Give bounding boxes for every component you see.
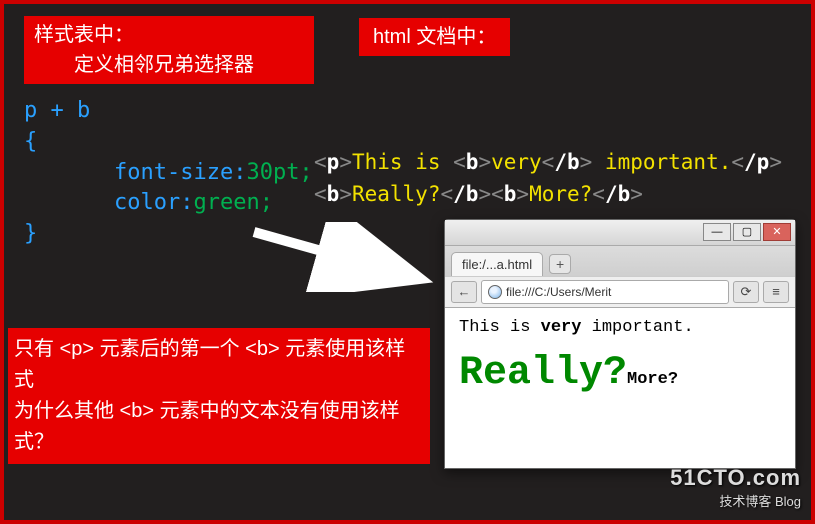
window-close-button[interactable]: ✕ bbox=[763, 223, 791, 241]
window-controls: — ▢ ✕ bbox=[703, 223, 791, 241]
browser-tab[interactable]: file:/...a.html bbox=[451, 252, 543, 276]
browser-tabbar: file:/...a.html + bbox=[445, 246, 795, 276]
reload-button[interactable]: ⟳ bbox=[733, 281, 759, 303]
html-line-2: <b>Really?</b><b>More?</b> bbox=[314, 179, 782, 211]
css-selector: p + b bbox=[24, 96, 313, 127]
globe-icon bbox=[488, 285, 502, 299]
css-declaration-2: color:green; bbox=[24, 188, 313, 219]
watermark-top: 51CTO.com bbox=[670, 465, 801, 491]
css-label-line2: 定义相邻兄弟选择器 bbox=[34, 50, 304, 80]
html-code-block: <p>This is <b>very</b> important.</p> <b… bbox=[314, 147, 782, 210]
menu-button[interactable]: ≡ bbox=[763, 281, 789, 303]
rendered-paragraph: This is very important. bbox=[459, 318, 781, 337]
url-text: file:///C:/Users/Merit bbox=[506, 285, 611, 299]
new-tab-button[interactable]: + bbox=[549, 254, 571, 274]
html-section-label: html 文档中： bbox=[359, 18, 510, 56]
nav-back-button[interactable]: ← bbox=[451, 281, 477, 303]
watermark: 51CTO.com 技术博客 Blog bbox=[670, 465, 801, 510]
rendered-more: More? bbox=[627, 370, 678, 389]
css-section-label: 样式表中： 定义相邻兄弟选择器 bbox=[24, 16, 314, 84]
css-declaration-1: font-size:30pt; bbox=[24, 158, 313, 189]
rendered-second-line: Really?More? bbox=[459, 351, 781, 396]
arrow-icon bbox=[244, 222, 434, 292]
address-bar[interactable]: file:///C:/Users/Merit bbox=[481, 280, 729, 304]
watermark-bottom: 技术博客 Blog bbox=[670, 491, 801, 510]
explanation-line2: 为什么其他 <b> 元素中的文本没有使用该样式？ bbox=[14, 396, 424, 458]
browser-window: — ▢ ✕ file:/...a.html + ← file:///C:/Use… bbox=[444, 219, 796, 469]
explanation-box: 只有 <p> 元素后的第一个 <b> 元素使用该样式 为什么其他 <b> 元素中… bbox=[8, 328, 430, 464]
browser-viewport: This is very important. Really?More? bbox=[445, 308, 795, 468]
window-maximize-button[interactable]: ▢ bbox=[733, 223, 761, 241]
browser-toolbar: ← file:///C:/Users/Merit ⟳ ≡ bbox=[445, 276, 795, 308]
html-line-1: <p>This is <b>very</b> important.</p> bbox=[314, 147, 782, 179]
explanation-line1: 只有 <p> 元素后的第一个 <b> 元素使用该样式 bbox=[14, 334, 424, 396]
window-minimize-button[interactable]: — bbox=[703, 223, 731, 241]
browser-titlebar: — ▢ ✕ bbox=[445, 220, 795, 246]
rendered-really: Really? bbox=[459, 351, 627, 396]
css-label-line1: 样式表中： bbox=[34, 20, 304, 50]
css-brace-open: { bbox=[24, 127, 313, 158]
